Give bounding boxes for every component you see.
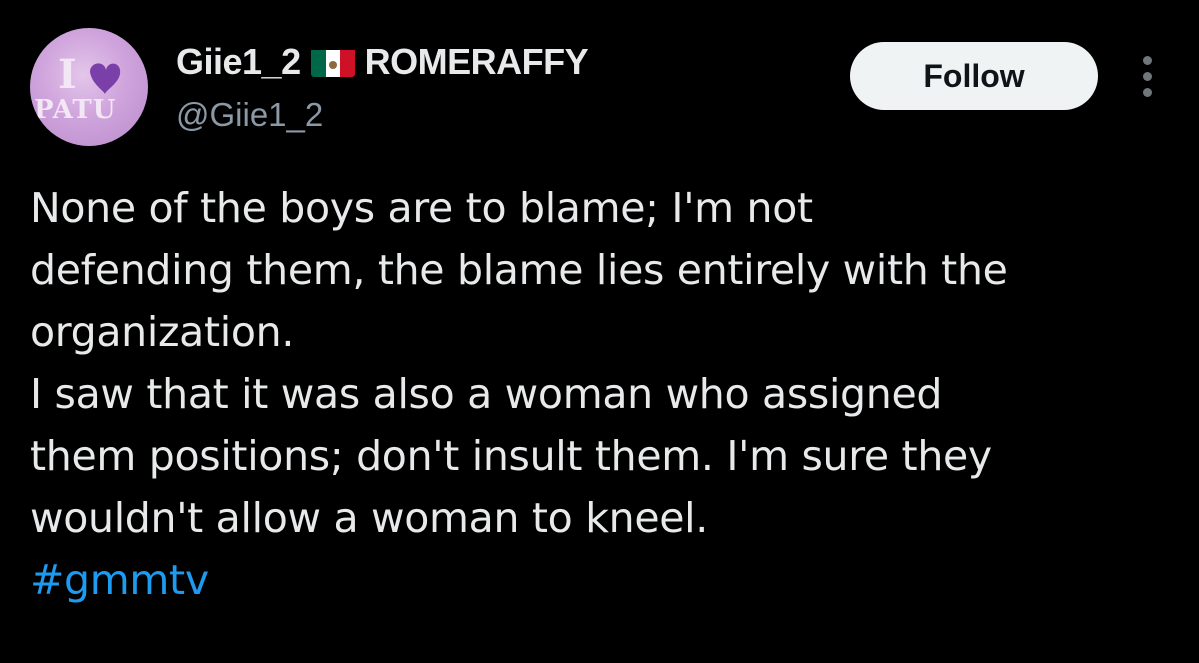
tweet-paragraph-1: None of the boys are to blame; I'm not d… [30, 184, 1008, 356]
tweet-text: None of the boys are to blame; I'm not d… [30, 177, 1170, 611]
avatar-logo-icon: I PATU [34, 51, 121, 125]
avatar-text-bottom: PATU [34, 95, 116, 125]
more-vertical-icon[interactable] [1134, 52, 1162, 100]
heart-icon [90, 63, 121, 94]
mexico-flag-icon [310, 47, 355, 77]
avatar-text-top: I [58, 51, 77, 98]
avatar[interactable]: I PATU [30, 28, 148, 146]
hashtag-link[interactable]: #gmmtv [30, 556, 209, 604]
author-name[interactable]: Giie1_2 ROMERAFFY [176, 41, 589, 83]
display-name-suffix[interactable]: ROMERAFFY [365, 41, 589, 83]
tweet-card: I PATU Giie1_2 ROMERAFFY @Giie1_2 Follow… [0, 0, 1199, 663]
display-name[interactable]: Giie1_2 [176, 41, 301, 83]
tweet-paragraph-2: I saw that it was also a woman who assig… [30, 370, 992, 542]
author-handle[interactable]: @Giie1_2 [176, 96, 323, 134]
follow-button[interactable]: Follow [850, 42, 1098, 110]
